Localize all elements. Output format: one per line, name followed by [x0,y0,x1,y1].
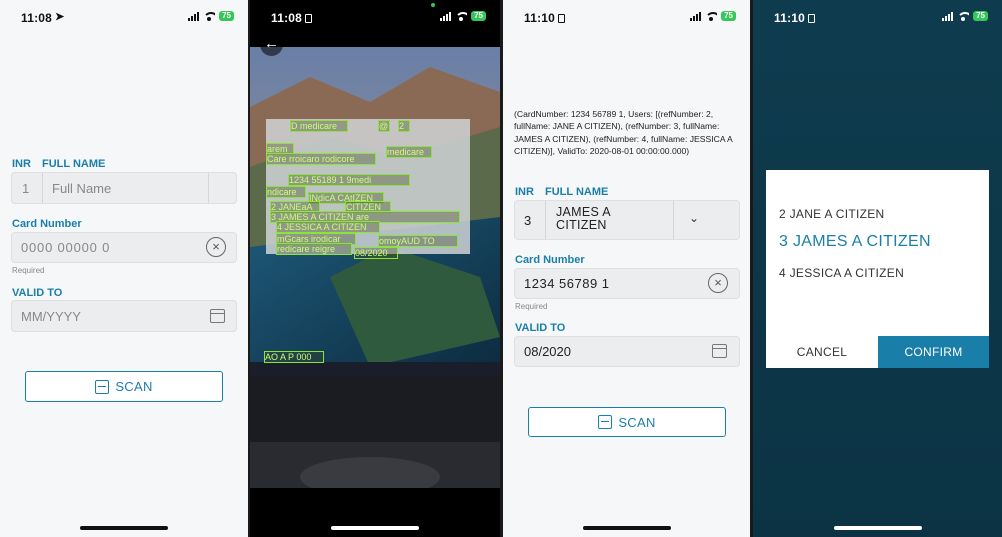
ocr-box: D medicare [290,120,348,132]
screen-user-picker: 11:10 75 2 JANE A CITIZEN 3 JAMES A CITI… [753,0,1002,537]
home-indicator [331,526,419,530]
ocr-box: omoyAUD TO [378,235,458,247]
inr-label: INR [12,158,31,170]
ocr-box: medicare [386,146,432,158]
fullname-label: FULL NAME [42,158,106,170]
card-number-label: Card Number [515,254,585,266]
scan-label: SCAN [115,379,153,394]
name-row: 1 Full Name [11,172,237,204]
card-number-label: Card Number [12,218,82,230]
cancel-button[interactable]: CANCEL [766,336,878,368]
ocr-box: ndicare [266,186,306,198]
fullname-input[interactable]: Full Name [52,181,111,196]
card-required-hint: Required [515,302,548,311]
card-required-hint: Required [12,266,45,275]
battery-badge: 75 [471,11,486,21]
card-number-input[interactable]: 1234 56789 1 [514,268,740,299]
clear-icon[interactable]: × [708,273,728,293]
location-arrow-icon: ➤ [55,11,65,23]
ocr-box: Care rroicaro rodicore [266,153,376,165]
inr-input[interactable]: 1 [22,181,29,196]
battery-badge: 75 [219,11,234,21]
signal-icon [690,11,702,21]
screen-camera-scan: 11:08 75 D medicare @ 2 arem medicare Ca… [250,0,500,537]
name-row: 3 JAMES A CITIZEN ⌄ [514,200,740,240]
status-time: 11:10 [524,11,566,25]
card-number-placeholder: 0000 00000 0 [21,240,111,255]
valid-to-input[interactable]: MM/YYYY [11,300,237,332]
lock-icon [808,14,816,23]
wifi-icon [203,11,216,21]
status-time: 11:08 [21,11,53,25]
battery-badge: 75 [973,11,988,21]
confirm-button[interactable]: CONFIRM [878,336,989,368]
wifi-icon [705,11,718,21]
signal-icon [188,11,200,21]
lock-icon [305,14,313,23]
inr-label: INR [515,186,534,198]
camera-preview: D medicare @ 2 arem medicare Care rroica… [250,47,500,488]
ocr-box: redicare reigre [276,243,352,255]
scan-label: SCAN [618,414,656,430]
camera-in-use-dot [431,3,435,7]
inr-input[interactable]: 3 [524,213,531,228]
status-time: 11:10 [774,11,816,25]
ocr-box: 1234 55189 1 9medi [288,174,410,186]
picker-option[interactable]: 2 JANE A CITIZEN [779,207,885,221]
fullname-select[interactable]: JAMES A CITIZEN [556,206,611,232]
signal-icon [440,11,452,21]
valid-to-placeholder: MM/YYYY [21,309,81,324]
status-bar: 11:10 75 [753,0,1002,34]
calendar-icon[interactable] [712,344,727,358]
chevron-down-icon[interactable]: ⌄ [689,211,699,225]
scan-icon [95,379,110,394]
ocr-box: 08/2020 [354,247,398,259]
valid-to-label: VALID TO [12,287,63,299]
lock-icon [558,14,566,23]
calendar-icon[interactable] [210,309,225,323]
signal-icon [942,11,954,21]
picker-option-selected[interactable]: 3 JAMES A CITIZEN [779,233,931,251]
camera-preview-image [250,47,500,488]
clear-icon[interactable]: × [206,237,226,257]
scan-icon [598,415,613,429]
card-number-input[interactable]: 0000 00000 0 [11,232,237,263]
valid-to-label: VALID TO [515,322,566,334]
status-time: 11:08 [271,11,313,25]
fullname-label: FULL NAME [545,186,609,198]
valid-to-input[interactable]: 08/2020 [514,336,740,367]
home-indicator [80,526,168,530]
wifi-icon [957,11,970,21]
ocr-box: 4 JESSICA A CITIZEN [276,221,380,233]
scan-result-text: (CardNumber: 1234 56789 1, Users: [(refN… [514,109,733,156]
battery-badge: 75 [721,11,736,21]
ocr-box: @ [378,120,390,132]
scan-button[interactable]: SCAN [528,407,726,437]
home-indicator [833,526,922,530]
wifi-icon [455,11,468,21]
picker-option[interactable]: 4 JESSICA A CITIZEN [779,266,904,280]
scan-button[interactable]: SCAN [25,371,223,402]
screen-empty-form: 11:08 ➤ 75 INR FULL NAME 1 Full Name Car… [0,0,248,537]
home-indicator [582,526,671,530]
picker-dialog: 2 JANE A CITIZEN 3 JAMES A CITIZEN 4 JES… [766,170,989,368]
status-bar: 11:10 75 [503,0,750,34]
back-arrow-icon[interactable]: ← [260,33,283,56]
valid-to-value: 08/2020 [524,344,571,359]
status-bar: 11:08 ➤ 75 [0,0,248,34]
ocr-box: AO A P 000 [264,351,324,363]
card-number-value: 1234 56789 1 [524,276,610,291]
screen-filled-form: 11:10 75 (CardNumber: 1234 56789 1, User… [503,0,750,537]
status-bar: 11:08 75 [250,0,500,34]
ocr-box: 2 [398,120,410,132]
